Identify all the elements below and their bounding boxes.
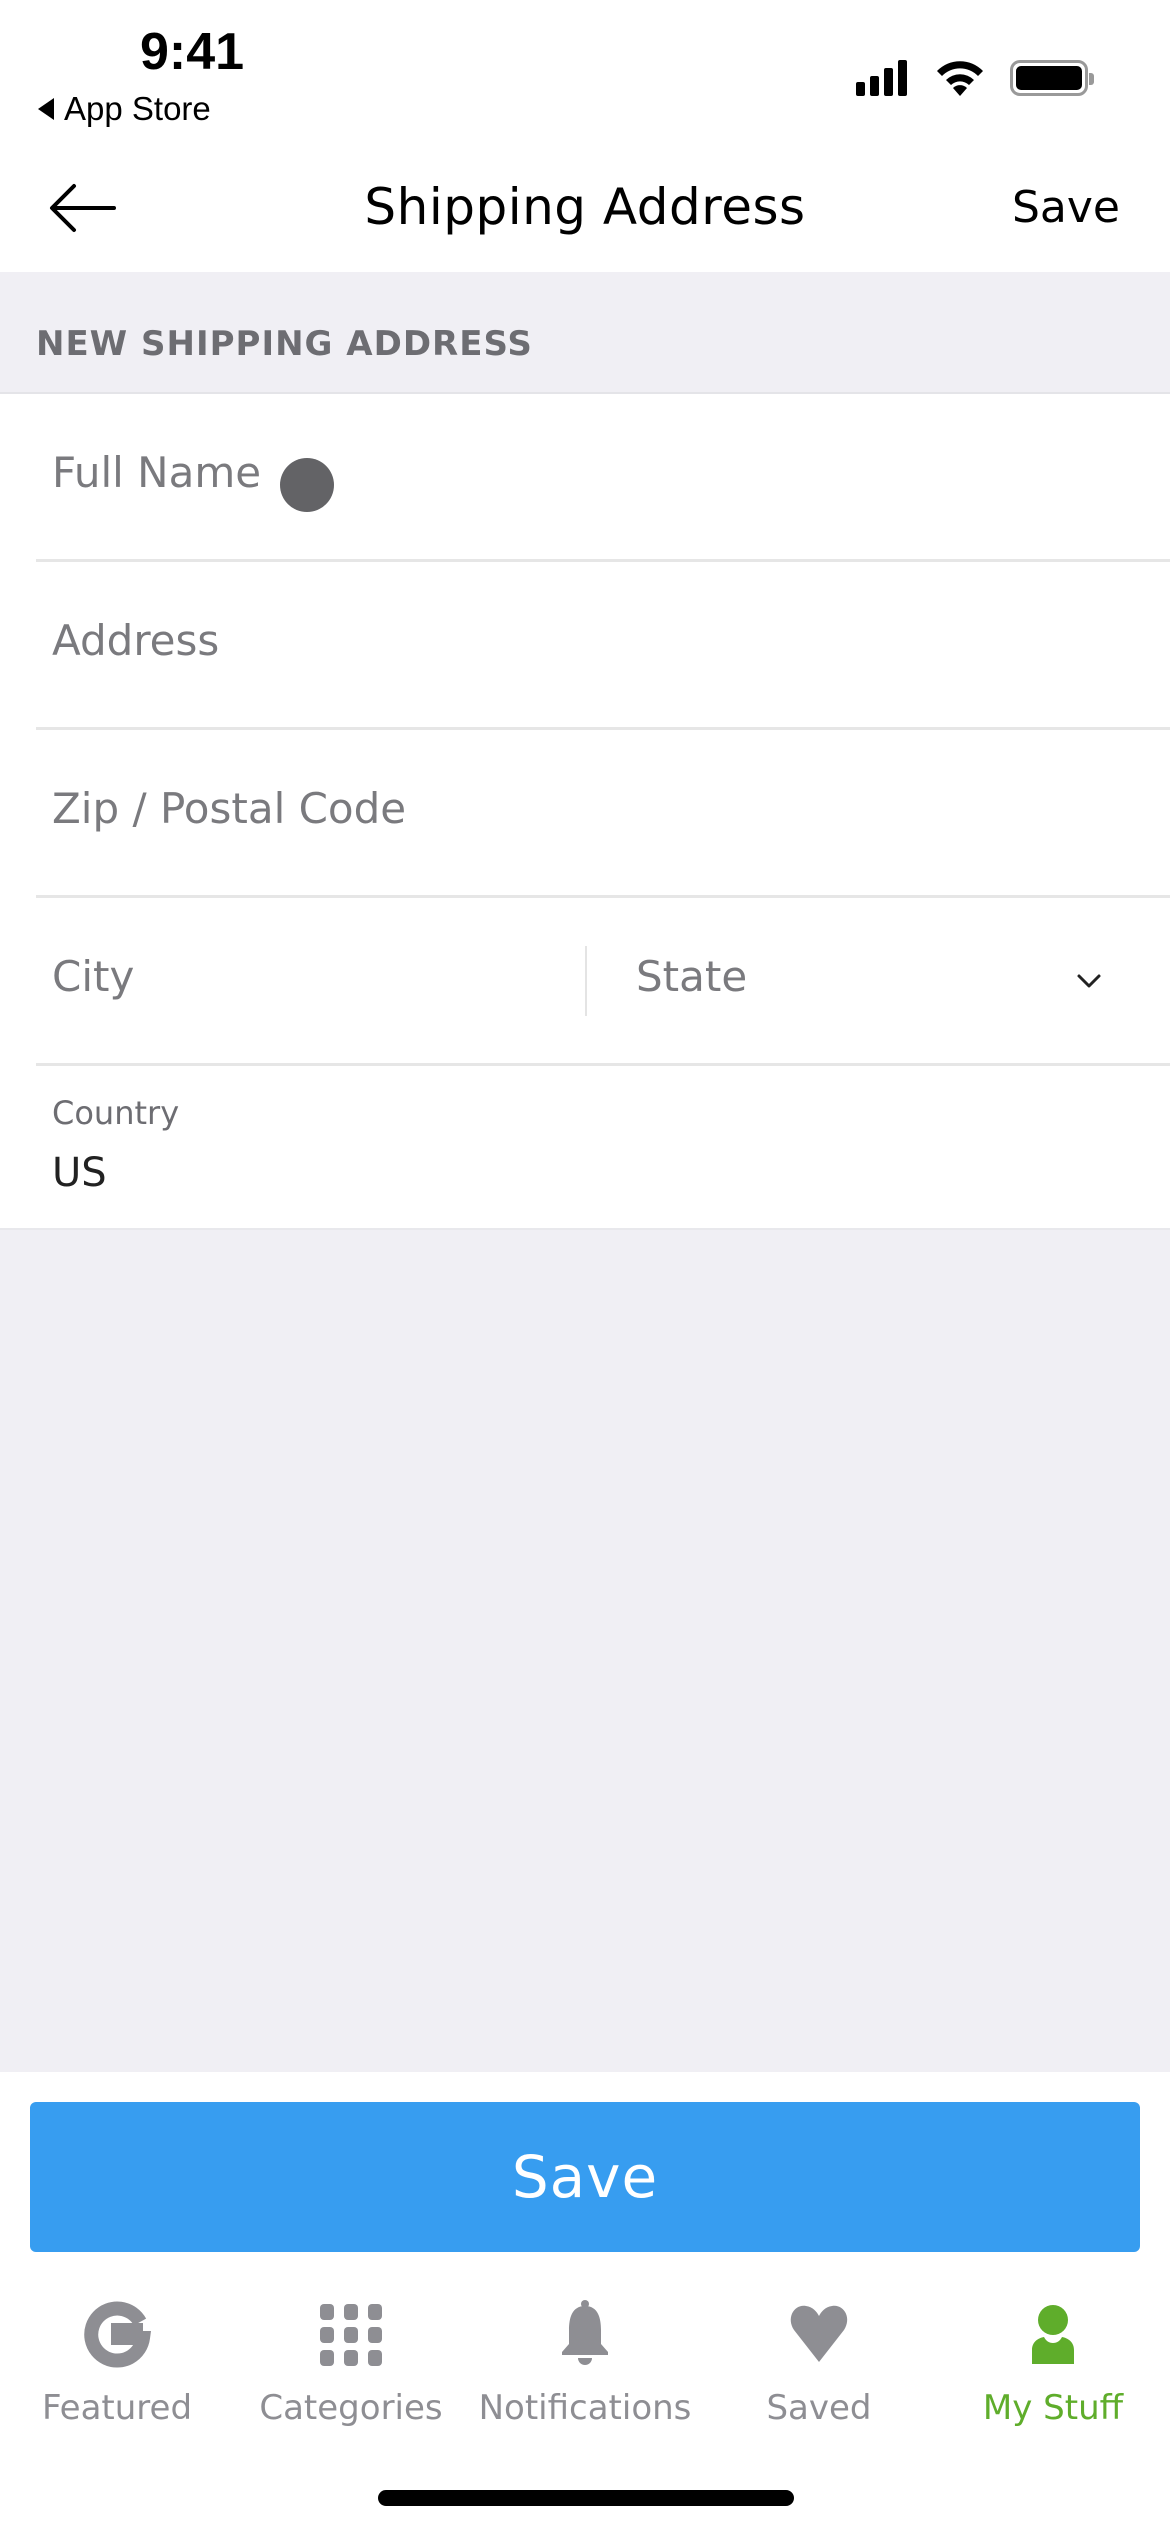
- person-icon: [1032, 2305, 1074, 2364]
- tab-label: Categories: [259, 2388, 443, 2428]
- tab-bar: Featured Categories Notifications Saved …: [0, 2292, 1170, 2442]
- navigation-bar: Shipping Address Save: [0, 140, 1170, 272]
- g-logo-icon: [84, 2301, 152, 2368]
- status-bar: 9:41 App Store: [0, 0, 1170, 140]
- country-field[interactable]: US: [52, 1150, 107, 1196]
- zip-placeholder: Zip / Postal Code: [52, 784, 407, 833]
- city-state-row: City State: [36, 898, 1170, 1066]
- tab-notifications[interactable]: Notifications: [468, 2292, 702, 2442]
- page-title: Shipping Address: [364, 178, 806, 236]
- tab-featured[interactable]: Featured: [0, 2292, 234, 2442]
- state-select[interactable]: State: [636, 952, 747, 1001]
- city-field[interactable]: City: [52, 952, 134, 1001]
- back-triangle-icon: [38, 98, 54, 120]
- tab-label: My Stuff: [982, 2388, 1124, 2428]
- shipping-address-form: Full Name Address Zip / Postal Code City…: [0, 394, 1170, 1230]
- bottom-area: Save Featured Categories Notifications S…: [0, 2072, 1170, 2532]
- nav-save-button[interactable]: Save: [1012, 182, 1120, 233]
- status-time: 9:41: [140, 23, 245, 81]
- full-name-placeholder: Full Name: [52, 448, 262, 497]
- tab-saved[interactable]: Saved: [702, 2292, 936, 2442]
- tab-categories[interactable]: Categories: [234, 2292, 468, 2442]
- back-to-app-label: App Store: [64, 90, 211, 127]
- home-indicator[interactable]: [378, 2490, 794, 2506]
- field-divider: [585, 946, 587, 1016]
- section-header-label: NEW SHIPPING ADDRESS: [36, 324, 533, 364]
- grid-icon: [320, 2304, 382, 2366]
- bell-icon: [562, 2300, 608, 2365]
- section-header: NEW SHIPPING ADDRESS: [0, 272, 1170, 394]
- chevron-down-icon[interactable]: [1074, 966, 1104, 996]
- tab-label: Featured: [41, 2388, 193, 2428]
- zip-code-field[interactable]: Zip / Postal Code: [36, 730, 1170, 898]
- tab-label: Notifications: [478, 2388, 692, 2428]
- cellular-signal-icon: [856, 58, 907, 96]
- heart-icon: [790, 2305, 848, 2362]
- touch-indicator: [280, 458, 334, 512]
- save-button[interactable]: Save: [30, 2102, 1140, 2252]
- tab-label: Saved: [766, 2388, 872, 2428]
- country-label: Country: [52, 1094, 180, 1132]
- address-placeholder: Address: [52, 616, 220, 665]
- tab-my-stuff[interactable]: My Stuff: [936, 2292, 1170, 2442]
- back-to-app-store[interactable]: App Store: [38, 90, 211, 128]
- full-name-field[interactable]: Full Name: [36, 394, 1170, 562]
- wifi-icon: [937, 61, 983, 96]
- battery-icon: [1010, 60, 1094, 96]
- address-field[interactable]: Address: [36, 562, 1170, 730]
